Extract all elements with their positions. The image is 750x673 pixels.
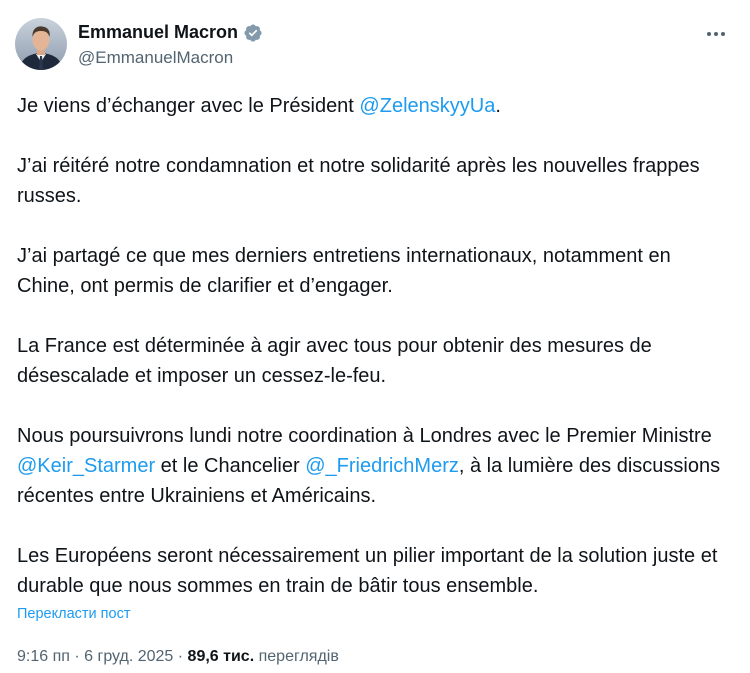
tweet-paragraph: Les Européens seront nécessairement un p… bbox=[17, 545, 718, 597]
avatar-image bbox=[15, 18, 67, 70]
meta-separator: · bbox=[173, 648, 188, 665]
views-count: 89,6 тис. bbox=[187, 648, 255, 665]
tweet: Emmanuel Macron @EmmanuelMacron Je viens… bbox=[0, 0, 750, 673]
tweet-paragraph: Je viens d’échanger avec le Président @Z… bbox=[17, 95, 501, 117]
verified-badge-icon[interactable] bbox=[243, 23, 263, 43]
tweet-paragraph: J’ai partagé ce que mes derniers entreti… bbox=[17, 245, 671, 297]
mention-link[interactable]: @ZelenskyyUa bbox=[359, 95, 495, 117]
more-options-button[interactable] bbox=[700, 20, 732, 48]
tweet-text: Je viens d’échanger avec le Président @Z… bbox=[17, 91, 733, 601]
tweet-paragraph: La France est déterminée à agir avec tou… bbox=[17, 335, 652, 387]
avatar[interactable] bbox=[15, 18, 67, 70]
tweet-metadata: 9:16 пп · 6 груд. 2025 · 89,6 тис. перег… bbox=[17, 648, 339, 666]
tweet-paragraph: J’ai réitéré notre condamnation et notre… bbox=[17, 155, 700, 207]
more-horizontal-icon bbox=[706, 32, 727, 36]
translate-post-link[interactable]: Перекласти пост bbox=[17, 606, 130, 622]
mention-link[interactable]: @Keir_Starmer bbox=[17, 455, 155, 477]
post-time[interactable]: 9:16 пп bbox=[17, 648, 70, 665]
post-date[interactable]: 6 груд. 2025 bbox=[84, 648, 173, 665]
author-name-row: Emmanuel Macron bbox=[78, 22, 263, 43]
tweet-paragraph: Nous poursuivrons lundi notre coordinati… bbox=[17, 425, 721, 507]
views-label: переглядів bbox=[258, 648, 339, 665]
meta-separator: · bbox=[69, 648, 85, 665]
author-display-name[interactable]: Emmanuel Macron bbox=[78, 22, 238, 43]
mention-link[interactable]: @_FriedrichMerz bbox=[305, 455, 459, 477]
author-handle[interactable]: @EmmanuelMacron bbox=[78, 48, 233, 68]
